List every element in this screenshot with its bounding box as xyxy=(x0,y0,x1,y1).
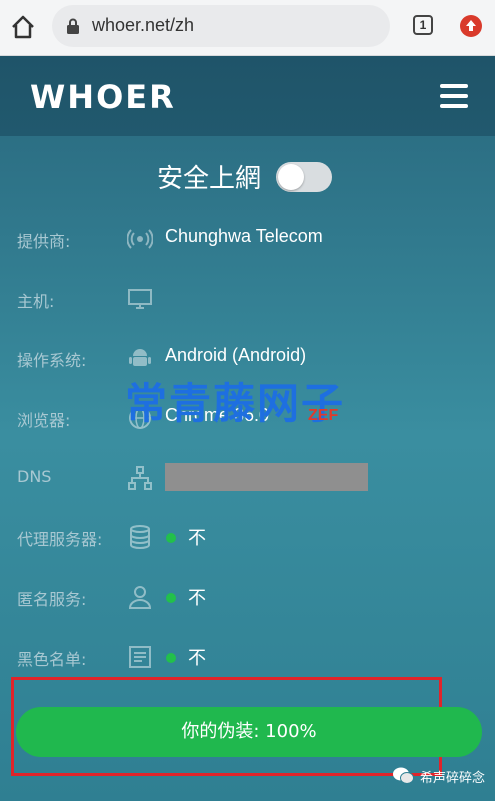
wechat-label: 希声碎碎念 xyxy=(420,771,486,786)
wechat-icon xyxy=(393,767,414,784)
secure-browsing-toggle[interactable] xyxy=(276,162,332,192)
tab-switcher-button[interactable]: 1 xyxy=(413,15,433,35)
row-value: Android (Android) xyxy=(165,345,307,365)
row-value: 不 xyxy=(188,648,206,669)
info-row-proxy: 代理服务器: 不 xyxy=(0,518,495,558)
upload-extension-icon[interactable] xyxy=(459,14,483,38)
network-icon xyxy=(128,466,152,490)
secure-browsing-label: 安全上網 xyxy=(157,164,262,194)
toggle-knob xyxy=(278,164,304,190)
android-icon xyxy=(129,349,151,366)
row-value: Chunghwa Telecom xyxy=(165,226,323,246)
disguise-score-button[interactable]: 你的伪装: 100% xyxy=(16,707,482,757)
address-bar[interactable]: whoer.net/zh xyxy=(52,5,390,47)
row-label: 代理服务器: xyxy=(17,530,103,549)
monitor-icon xyxy=(128,289,152,309)
menu-icon[interactable] xyxy=(440,84,468,108)
info-row-provider: 提供商: Chunghwa Telecom xyxy=(0,220,495,260)
row-label: DNS xyxy=(17,467,52,486)
info-row-anonymizer: 匿名服务: 不 xyxy=(0,578,495,618)
site-header: WHOER xyxy=(0,56,495,136)
info-row-host: 主机: xyxy=(0,280,495,320)
secure-browsing: 安全上網 xyxy=(0,158,495,198)
browser-toolbar: whoer.net/zh 1 xyxy=(0,0,495,56)
list-icon xyxy=(129,646,151,668)
row-label: 操作系统: xyxy=(17,351,87,370)
row-label: 提供商: xyxy=(17,232,71,251)
signal-icon xyxy=(127,229,153,249)
lock-icon xyxy=(67,18,79,34)
home-icon[interactable] xyxy=(10,14,36,40)
info-row-blacklist: 黑色名单: 不 xyxy=(0,638,495,678)
row-label: 匿名服务: xyxy=(17,590,87,609)
database-icon xyxy=(130,525,150,549)
row-label: 浏览器: xyxy=(17,411,71,430)
row-value: 不 xyxy=(188,588,206,609)
whoer-logo[interactable]: WHOER xyxy=(30,78,176,116)
dns-redacted-block xyxy=(165,463,368,491)
user-icon xyxy=(128,586,152,609)
row-label: 主机: xyxy=(17,292,55,311)
watermark-accent: ZEF xyxy=(308,407,339,424)
row-value: 不 xyxy=(188,528,206,549)
wechat-signature: 希声碎碎念 xyxy=(392,764,492,790)
url-text: whoer.net/zh xyxy=(92,15,195,35)
row-label: 黑色名单: xyxy=(17,650,87,669)
status-dot xyxy=(166,533,176,543)
status-dot xyxy=(166,593,176,603)
status-dot xyxy=(166,653,176,663)
info-row-dns: DNS xyxy=(0,459,495,499)
